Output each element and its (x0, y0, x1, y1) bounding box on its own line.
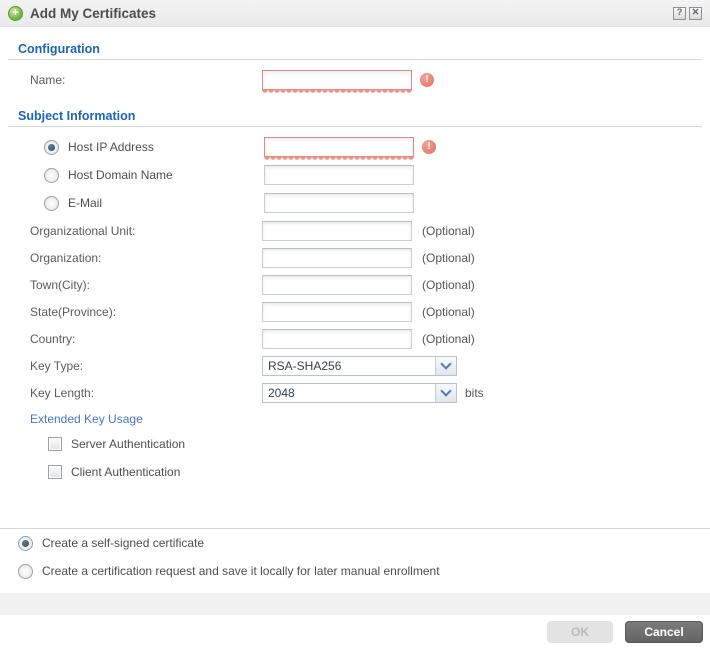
form-row-email: E-Mail (0, 189, 710, 217)
optional-note: (Optional) (422, 305, 475, 319)
key-length-value: 2048 (263, 384, 435, 402)
dropdown-arrow-button[interactable] (435, 384, 456, 402)
radio-host-domain-name[interactable] (44, 168, 59, 183)
form-row-country: Country: (Optional) (0, 325, 710, 352)
self-signed-certificate-label: Create a self-signed certificate (42, 536, 204, 550)
section-divider (8, 126, 702, 127)
town-input[interactable] (262, 275, 412, 295)
form-row-town: Town(City): (Optional) (0, 271, 710, 298)
add-icon: + (8, 6, 23, 21)
country-input[interactable] (262, 329, 412, 349)
form-row-host-domain: Host Domain Name (0, 161, 710, 189)
help-button[interactable]: ? (673, 7, 686, 20)
organization-label: Organization: (30, 251, 262, 265)
radio-email[interactable] (44, 196, 59, 211)
form-row-organization: Organization: (Optional) (0, 244, 710, 271)
radio-host-ip-address[interactable] (44, 140, 59, 155)
form-row-host-ip: Host IP Address ! (0, 133, 710, 161)
optional-note: (Optional) (422, 278, 475, 292)
footer-separator-strip (0, 593, 710, 615)
section-divider (8, 59, 702, 60)
form-row-state: State(Province): (Optional) (0, 298, 710, 325)
subject-information-heading: Subject Information (18, 109, 710, 123)
key-type-select[interactable]: RSA-SHA256 (262, 356, 457, 376)
footer: OK Cancel (0, 615, 710, 643)
organizational-unit-label: Organizational Unit: (30, 224, 262, 238)
form-row-self-signed: Create a self-signed certificate (0, 529, 710, 557)
certification-request-label: Create a certification request and save … (42, 564, 440, 578)
client-authentication-checkbox[interactable] (48, 465, 62, 479)
extended-key-usage-heading: Extended Key Usage (30, 412, 710, 428)
server-authentication-label: Server Authentication (71, 437, 185, 451)
chevron-down-icon (440, 385, 451, 396)
key-length-select[interactable]: 2048 (262, 383, 457, 403)
state-label: State(Province): (30, 305, 262, 319)
optional-note: (Optional) (422, 332, 475, 346)
country-label: Country: (30, 332, 262, 346)
form-row-certification-request: Create a certification request and save … (0, 557, 710, 585)
organization-input[interactable] (262, 248, 412, 268)
name-field-wrapper (262, 70, 412, 90)
email-label: E-Mail (68, 196, 264, 210)
server-authentication-checkbox[interactable] (48, 437, 62, 451)
error-icon: ! (422, 140, 436, 154)
error-icon: ! (420, 73, 434, 87)
host-ip-input[interactable] (264, 137, 414, 157)
form-row-client-auth: Client Authentication (0, 458, 710, 486)
host-domain-input[interactable] (264, 165, 414, 185)
radio-self-signed-certificate[interactable] (18, 536, 33, 551)
key-length-label: Key Length: (30, 386, 262, 400)
email-input[interactable] (264, 193, 414, 213)
optional-note: (Optional) (422, 251, 475, 265)
key-type-label: Key Type: (30, 359, 262, 373)
dropdown-arrow-button[interactable] (435, 357, 456, 375)
host-domain-name-label: Host Domain Name (68, 168, 264, 182)
error-underline (262, 90, 412, 94)
optional-note: (Optional) (422, 224, 475, 238)
form-row-key-type: Key Type: RSA-SHA256 (0, 352, 710, 379)
form-row-organizational-unit: Organizational Unit: (Optional) (0, 217, 710, 244)
error-underline (264, 157, 414, 161)
host-ip-address-label: Host IP Address (68, 140, 264, 154)
spacer (0, 486, 710, 528)
key-length-unit: bits (465, 386, 484, 400)
form-row-name: Name: ! (0, 66, 710, 94)
organizational-unit-input[interactable] (262, 221, 412, 241)
cancel-button[interactable]: Cancel (625, 621, 703, 643)
client-authentication-label: Client Authentication (71, 465, 180, 479)
close-button[interactable]: ✕ (689, 7, 702, 20)
town-label: Town(City): (30, 278, 262, 292)
key-type-value: RSA-SHA256 (263, 357, 435, 375)
form-row-server-auth: Server Authentication (0, 430, 710, 458)
state-input[interactable] (262, 302, 412, 322)
dialog-title: Add My Certificates (30, 6, 670, 21)
host-ip-field-wrapper (264, 137, 414, 157)
chevron-down-icon (440, 358, 451, 369)
configuration-heading: Configuration (18, 42, 710, 56)
ok-button[interactable]: OK (547, 621, 613, 643)
name-input[interactable] (262, 70, 412, 90)
radio-certification-request[interactable] (18, 564, 33, 579)
name-label: Name: (30, 73, 262, 87)
dialog-titlebar: + Add My Certificates ? ✕ (0, 0, 710, 27)
form-row-key-length: Key Length: 2048 bits (0, 379, 710, 406)
